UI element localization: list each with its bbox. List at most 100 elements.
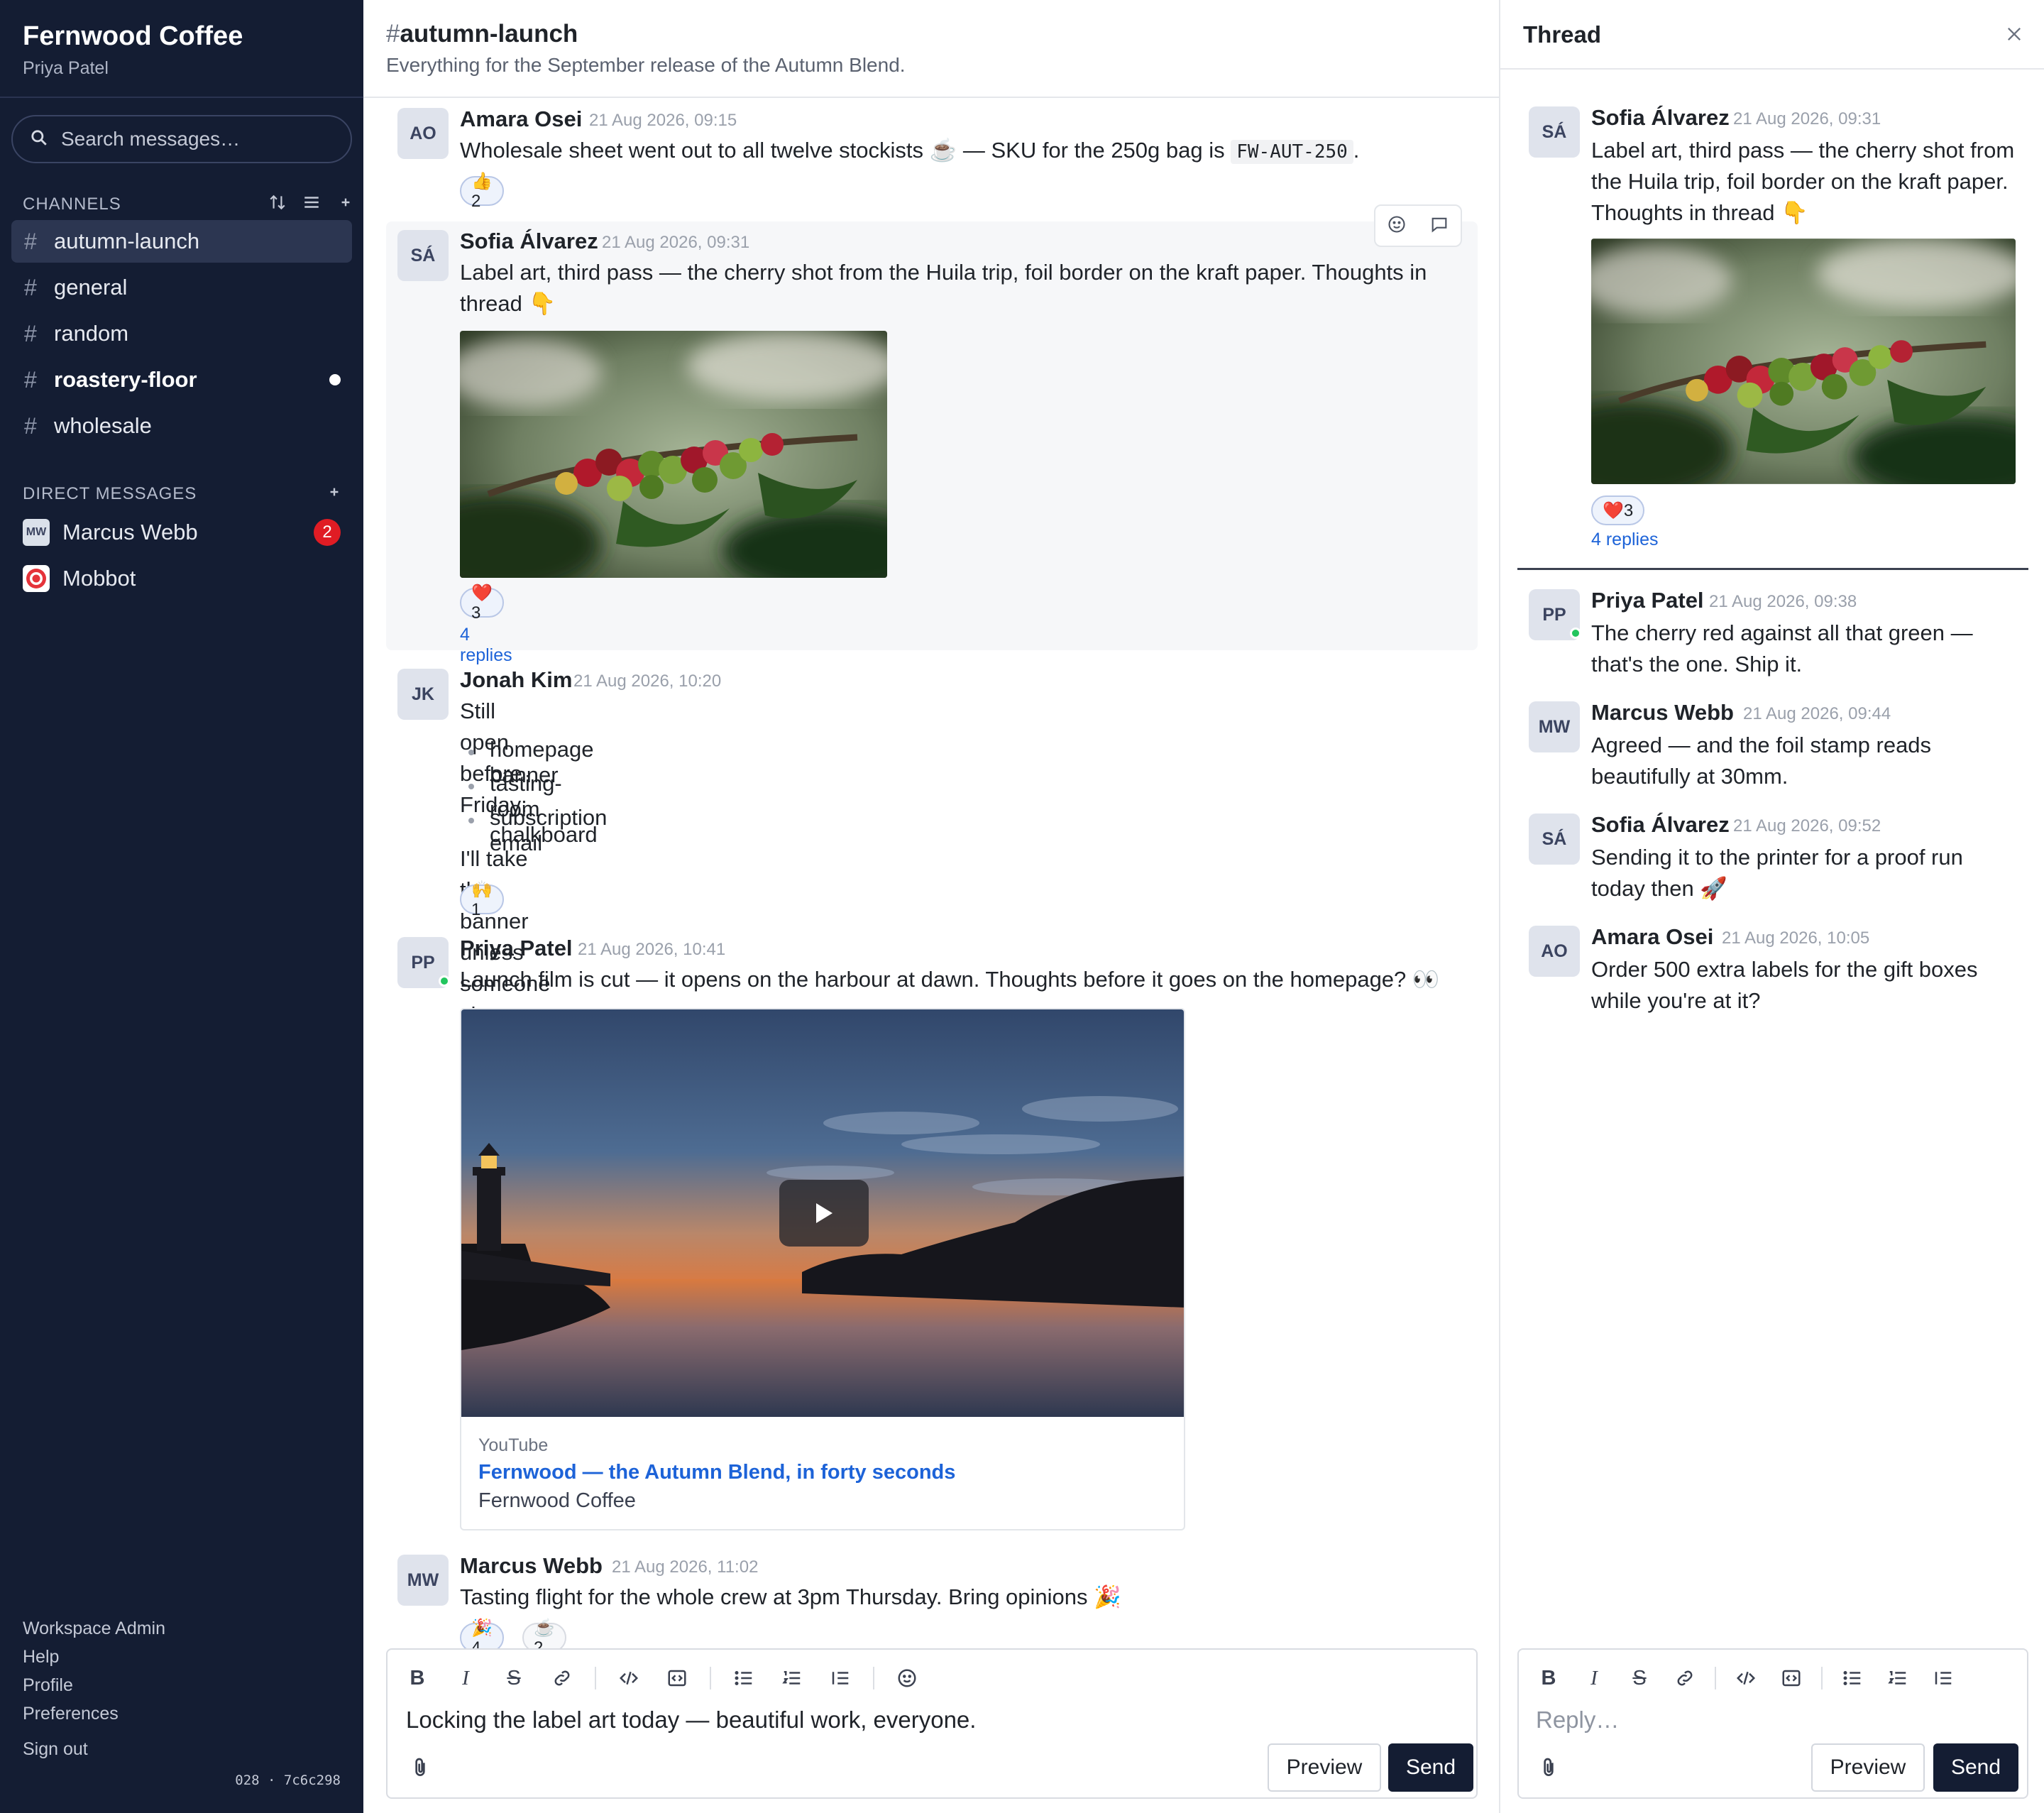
- channel-pane: #autumn-launch Everything for the Septem…: [363, 0, 1499, 1813]
- link-icon[interactable]: [546, 1663, 578, 1694]
- sign-out-link[interactable]: Sign out: [23, 1739, 88, 1760]
- numbered-list-icon[interactable]: [776, 1663, 808, 1694]
- preferences-link[interactable]: Preferences: [23, 1704, 119, 1724]
- add-reaction-icon[interactable]: [1387, 214, 1407, 238]
- reaction-chip[interactable]: 🙌1: [460, 880, 504, 919]
- message-timestamp[interactable]: 21 Aug 2026, 10:05: [1722, 929, 1869, 948]
- coffee-cherry-image[interactable]: [460, 331, 887, 578]
- channel-item-roastery-floor[interactable]: # roastery-floor: [11, 358, 352, 401]
- avatar[interactable]: SÁ: [1529, 106, 1580, 158]
- dm-item-marcus-webb[interactable]: MW Marcus Webb 2: [11, 511, 352, 554]
- message-timestamp[interactable]: 21 Aug 2026, 09:31: [1733, 109, 1881, 129]
- bullet-list-icon[interactable]: [728, 1663, 759, 1694]
- bold-icon[interactable]: B: [1533, 1663, 1564, 1694]
- message-text: The cherry red against all that green — …: [1591, 620, 1973, 677]
- inline-code-icon[interactable]: [613, 1663, 644, 1694]
- attach-icon[interactable]: [409, 1756, 432, 1779]
- message-hover-actions: [1374, 204, 1462, 247]
- inline-code-icon[interactable]: [1730, 1663, 1762, 1694]
- channel-item-wholesale[interactable]: # wholesale: [11, 405, 352, 447]
- close-icon[interactable]: [2004, 24, 2024, 44]
- code-block-icon[interactable]: [661, 1663, 693, 1694]
- attach-icon[interactable]: [1537, 1756, 1560, 1779]
- strikethrough-icon[interactable]: S: [498, 1663, 529, 1694]
- add-channel-icon[interactable]: [336, 193, 355, 215]
- preview-button[interactable]: Preview: [1268, 1743, 1381, 1792]
- reaction-chip[interactable]: 👍2: [460, 172, 504, 211]
- bold-icon[interactable]: B: [402, 1663, 433, 1694]
- preview-button[interactable]: Preview: [1811, 1743, 1925, 1792]
- inline-code: FW-AUT-250: [1231, 140, 1353, 164]
- message-author[interactable]: Jonah Kim: [460, 667, 572, 693]
- message-text-end: .: [1353, 138, 1360, 163]
- thread-replies-link[interactable]: 4 replies: [460, 625, 512, 666]
- thread-replies-count[interactable]: 4 replies: [1591, 530, 1659, 550]
- help-link[interactable]: Help: [23, 1647, 59, 1667]
- coffee-cherry-image[interactable]: [1591, 239, 2016, 484]
- channel-item-autumn-launch[interactable]: # autumn-launch: [11, 220, 352, 263]
- avatar[interactable]: MW: [1529, 701, 1580, 752]
- reaction-chip[interactable]: ❤️3: [460, 584, 504, 623]
- message-timestamp[interactable]: 21 Aug 2026, 09:44: [1743, 704, 1891, 724]
- video-embed-card[interactable]: YouTube Fernwood — the Autumn Blend, in …: [460, 1008, 1185, 1530]
- message-timestamp[interactable]: 21 Aug 2026, 09:38: [1709, 592, 1857, 612]
- avatar[interactable]: AO: [1529, 926, 1580, 977]
- bullet-list-icon[interactable]: [1837, 1663, 1868, 1694]
- toolbar-separator: [595, 1667, 596, 1689]
- formatting-toolbar: B I S: [402, 1663, 940, 1694]
- strikethrough-icon[interactable]: S: [1624, 1663, 1655, 1694]
- dm-item-mobbot[interactable]: Mobbot: [11, 557, 352, 600]
- profile-link[interactable]: Profile: [23, 1675, 73, 1696]
- blockquote-icon[interactable]: [825, 1663, 856, 1694]
- avatar[interactable]: SÁ: [1529, 814, 1580, 865]
- avatar[interactable]: AO: [397, 108, 449, 159]
- message-author[interactable]: Marcus Webb: [1591, 700, 1734, 725]
- message-timestamp[interactable]: 21 Aug 2026, 09:15: [589, 111, 737, 131]
- workspace-name[interactable]: Fernwood Coffee: [23, 21, 243, 52]
- message-timestamp[interactable]: 21 Aug 2026, 11:02: [612, 1557, 758, 1577]
- channel-item-random[interactable]: # random: [11, 312, 352, 355]
- emoji-icon[interactable]: [891, 1663, 923, 1694]
- avatar[interactable]: SÁ: [397, 230, 449, 281]
- message-author[interactable]: Sofia Álvarez: [460, 229, 598, 254]
- message-author[interactable]: Marcus Webb: [460, 1553, 603, 1579]
- reply-input[interactable]: [1536, 1707, 2004, 1733]
- workspace-admin-link[interactable]: Workspace Admin: [23, 1618, 165, 1639]
- channel-item-general[interactable]: # general: [11, 266, 352, 309]
- add-dm-icon[interactable]: [325, 483, 344, 505]
- video-thumbnail[interactable]: [461, 1009, 1184, 1417]
- message-author[interactable]: Amara Osei: [460, 106, 582, 132]
- message-author[interactable]: Sofia Álvarez: [1591, 812, 1730, 838]
- dms-heading: DIRECT MESSAGES: [23, 484, 197, 503]
- header-divider: [363, 97, 1499, 98]
- sort-icon[interactable]: [268, 193, 287, 215]
- message-timestamp[interactable]: 21 Aug 2026, 10:20: [573, 672, 721, 691]
- message-author[interactable]: Priya Patel: [1591, 588, 1704, 613]
- message-timestamp[interactable]: 21 Aug 2026, 10:41: [578, 940, 725, 960]
- message-author[interactable]: Sofia Álvarez: [1591, 105, 1730, 131]
- message-input[interactable]: [406, 1707, 1456, 1733]
- send-button[interactable]: Send: [1388, 1743, 1473, 1792]
- search-input[interactable]: [61, 128, 345, 150]
- message-text: Label art, third pass — the cherry shot …: [1591, 138, 2015, 225]
- search-box[interactable]: [11, 115, 352, 163]
- video-title-link[interactable]: Fernwood — the Autumn Blend, in forty se…: [478, 1461, 955, 1484]
- message-timestamp[interactable]: 21 Aug 2026, 09:52: [1733, 816, 1881, 836]
- avatar[interactable]: MW: [397, 1555, 449, 1606]
- message-timestamp[interactable]: 21 Aug 2026, 09:31: [602, 233, 749, 253]
- link-icon[interactable]: [1669, 1663, 1700, 1694]
- code-block-icon[interactable]: [1776, 1663, 1807, 1694]
- list-view-icon[interactable]: [302, 193, 321, 215]
- reply-in-thread-icon[interactable]: [1429, 214, 1449, 238]
- blockquote-icon[interactable]: [1928, 1663, 1959, 1694]
- italic-icon[interactable]: I: [1578, 1663, 1610, 1694]
- avatar[interactable]: JK: [397, 669, 449, 720]
- play-button[interactable]: [779, 1180, 869, 1247]
- numbered-list-icon[interactable]: [1882, 1663, 1913, 1694]
- italic-icon[interactable]: I: [450, 1663, 481, 1694]
- thread-reply-composer: B I S Preview Send: [1517, 1648, 2028, 1799]
- send-button[interactable]: Send: [1933, 1743, 2018, 1792]
- reaction-chip[interactable]: ❤️3: [1591, 495, 1645, 525]
- message-author[interactable]: Priya Patel: [460, 936, 573, 961]
- message-author[interactable]: Amara Osei: [1591, 924, 1713, 950]
